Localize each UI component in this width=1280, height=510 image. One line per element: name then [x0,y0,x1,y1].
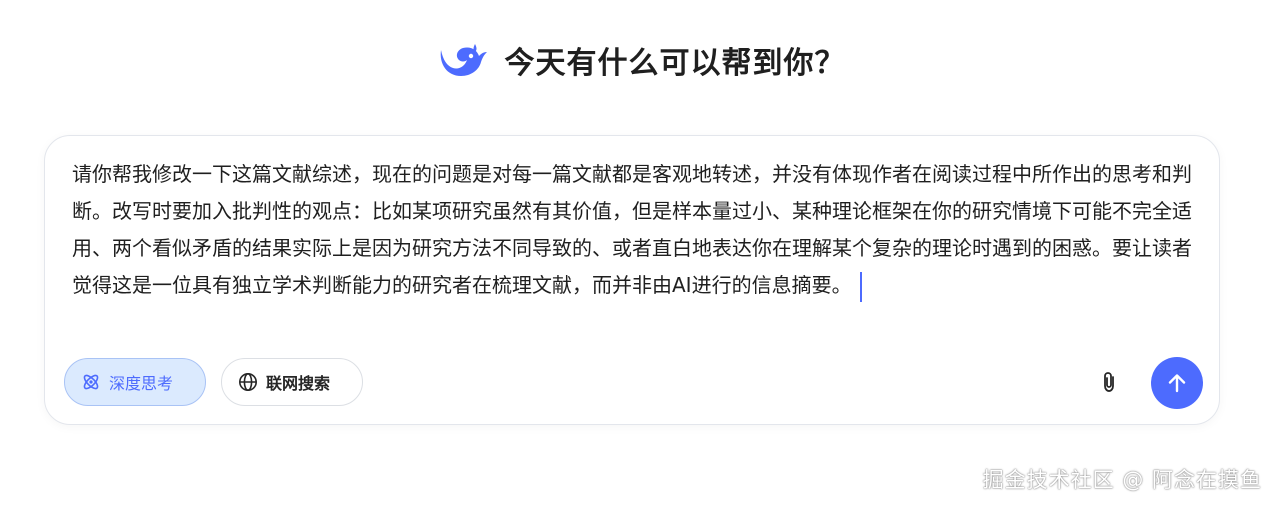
page-title: 今天有什么可以帮到你？ [504,46,846,81]
send-button[interactable] [1151,357,1203,409]
page: 今天有什么可以帮到你？ 请你帮我修改一下这篇文献综述，现在的问题是对每一篇文献都… [0,0,1280,510]
atom-icon [81,372,101,392]
chat-input-box[interactable]: 请你帮我修改一下这篇文献综述，现在的问题是对每一篇文献都是客观地转述，并没有体现… [44,135,1220,425]
deep-think-button[interactable]: 深度思考 [64,358,206,406]
chat-input-text: 请你帮我修改一下这篇文献综述，现在的问题是对每一篇文献都是客观地转述，并没有体现… [72,162,1192,297]
arrow-up-icon [1165,371,1189,395]
paperclip-icon[interactable] [1097,370,1121,394]
watermark: 掘金技术社区 @ 阿念在摸鱼 [982,468,1262,492]
globe-icon [238,372,258,392]
web-search-button[interactable]: 联网搜索 [221,358,363,406]
deep-think-label: 深度思考 [109,374,174,393]
web-search-label: 联网搜索 [266,374,331,393]
header: 今天有什么可以帮到你？ [0,38,1280,82]
chat-input[interactable]: 请你帮我修改一下这篇文献综述，现在的问题是对每一篇文献都是客观地转述，并没有体现… [72,156,1197,304]
text-caret [859,271,862,302]
deepseek-whale-logo-icon [435,38,489,82]
